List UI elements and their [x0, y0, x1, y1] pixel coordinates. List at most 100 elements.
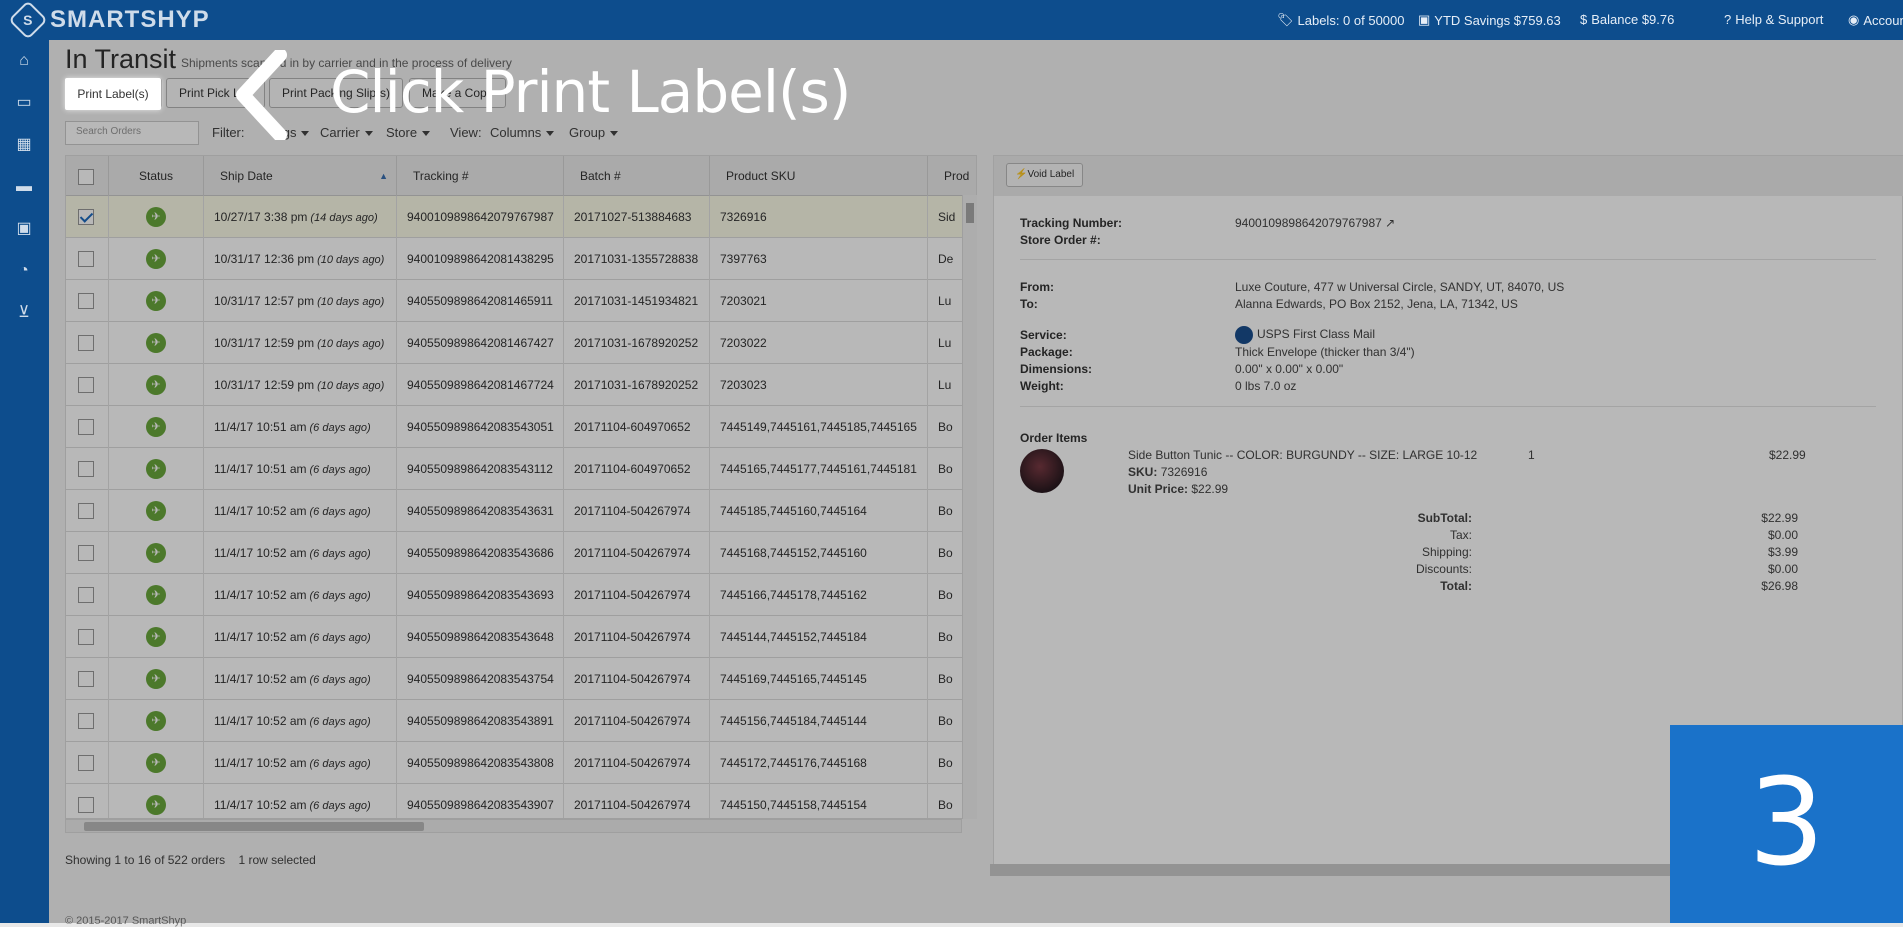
table-row[interactable]: ✈ 11/4/17 10:52 am (6 days ago) 94055098986…: [66, 742, 976, 784]
column-product-sku[interactable]: Product SKU: [710, 156, 928, 196]
row-checkbox-cell[interactable]: [66, 364, 109, 406]
row-checkbox[interactable]: [78, 461, 94, 477]
row-checkbox-cell[interactable]: [66, 238, 109, 280]
step-number-badge: 3: [1670, 725, 1903, 923]
tax-label: Tax:: [1449, 528, 1472, 542]
from-label: From:: [1020, 280, 1054, 294]
row-checkbox-cell[interactable]: [66, 784, 109, 818]
status-cell: ✈: [109, 322, 204, 364]
column-tracking[interactable]: Tracking #: [397, 156, 564, 196]
store-dropdown[interactable]: Store: [386, 125, 431, 140]
row-checkbox[interactable]: [78, 209, 94, 225]
row-checkbox[interactable]: [78, 503, 94, 519]
total-value: $26.98: [1761, 579, 1798, 593]
column-product[interactable]: Prod: [928, 156, 976, 196]
batch-cell: 20171104-604970652: [564, 448, 710, 490]
table-row[interactable]: ✈ 11/4/17 10:52 am (6 days ago) 94055098986…: [66, 574, 976, 616]
ship-date-cell: 11/4/17 10:52 am (6 days ago): [204, 616, 397, 658]
row-checkbox[interactable]: [78, 629, 94, 645]
contacts-icon[interactable]: ▣: [15, 220, 33, 238]
group-dropdown[interactable]: Group: [569, 125, 619, 140]
row-checkbox[interactable]: [78, 797, 94, 813]
tracking-number-value[interactable]: 9400109898642079767987 ↗: [1235, 216, 1395, 230]
table-row[interactable]: ✈ 11/4/17 10:52 am (6 days ago) 94055098986…: [66, 658, 976, 700]
product-sku-cell: 7203023: [710, 364, 928, 406]
select-all-checkbox[interactable]: [78, 169, 94, 185]
row-checkbox-cell[interactable]: [66, 322, 109, 364]
table-row[interactable]: ✈ 10/27/17 3:38 pm (14 days ago) 9400109898…: [66, 196, 976, 238]
account-menu[interactable]: ◉ Accoun: [1848, 12, 1903, 28]
row-checkbox[interactable]: [78, 713, 94, 729]
row-checkbox[interactable]: [78, 545, 94, 561]
brand-name: SMARTSHYP: [50, 6, 210, 33]
app-logo[interactable]: S SMARTSHYP: [8, 0, 210, 40]
row-checkbox[interactable]: [78, 587, 94, 603]
row-checkbox-cell[interactable]: [66, 532, 109, 574]
column-ship-date[interactable]: Ship Date ▲: [204, 156, 397, 196]
truck-icon[interactable]: ▬: [15, 178, 33, 196]
ytd-savings[interactable]: ▣ YTD Savings $759.63: [1418, 12, 1561, 28]
row-checkbox-cell[interactable]: [66, 448, 109, 490]
row-checkbox[interactable]: [78, 377, 94, 393]
detail-horizontal-scrollbar[interactable]: [990, 864, 1710, 876]
balance[interactable]: $ Balance $9.76: [1580, 12, 1674, 27]
scroll-thumb[interactable]: [84, 822, 424, 831]
scroll-thumb[interactable]: [966, 203, 974, 223]
table-row[interactable]: ✈ 11/4/17 10:52 am (6 days ago) 94055098986…: [66, 532, 976, 574]
calendar-icon[interactable]: ▦: [15, 136, 33, 154]
table-row[interactable]: ✈ 10/31/17 12:36 pm (10 days ago) 940010989…: [66, 238, 976, 280]
carrier-dropdown[interactable]: Carrier: [320, 125, 373, 140]
row-checkbox-cell[interactable]: [66, 574, 109, 616]
home-icon[interactable]: ⌂: [15, 52, 33, 70]
row-checkbox[interactable]: [78, 251, 94, 267]
columns-dropdown[interactable]: Columns: [490, 125, 555, 140]
orders-table: Status Ship Date ▲ Tracking # Batch # Pro…: [65, 155, 977, 819]
row-checkbox[interactable]: [78, 293, 94, 309]
table-horizontal-scrollbar[interactable]: [65, 819, 962, 833]
bolt-icon: ⚡: [1015, 169, 1028, 180]
status-cell: ✈: [109, 532, 204, 574]
cart-icon[interactable]: ⊻: [15, 304, 33, 322]
table-row[interactable]: ✈ 11/4/17 10:52 am (6 days ago) 94055098986…: [66, 616, 976, 658]
service-value: USPS First Class Mail: [1235, 326, 1375, 344]
batch-cell: 20171104-504267974: [564, 574, 710, 616]
row-checkbox-cell[interactable]: [66, 280, 109, 322]
table-row[interactable]: ✈ 11/4/17 10:52 am (6 days ago) 94055098986…: [66, 784, 976, 818]
pie-chart-icon[interactable]: ◔: [15, 262, 33, 280]
select-all-checkbox-cell[interactable]: [66, 156, 109, 196]
row-checkbox-cell[interactable]: [66, 742, 109, 784]
external-link-icon[interactable]: ↗: [1385, 216, 1395, 230]
status-cell: ✈: [109, 238, 204, 280]
table-row[interactable]: ✈ 10/31/17 12:59 pm (10 days ago) 940550989…: [66, 322, 976, 364]
basket-icon[interactable]: ▭: [15, 94, 33, 112]
table-vertical-scrollbar[interactable]: [962, 195, 977, 819]
row-checkbox[interactable]: [78, 335, 94, 351]
logo-mark-icon: S: [8, 0, 48, 40]
row-checkbox-cell[interactable]: [66, 658, 109, 700]
sort-ascending-icon[interactable]: ▲: [379, 156, 388, 196]
column-batch[interactable]: Batch #: [564, 156, 710, 196]
print-labels-highlight[interactable]: Print Label(s): [65, 78, 161, 110]
help-support-link[interactable]: ? Help & Support: [1724, 12, 1823, 27]
search-input[interactable]: Search Orders: [65, 121, 199, 145]
table-row[interactable]: ✈ 10/31/17 12:59 pm (10 days ago) 940550989…: [66, 364, 976, 406]
selected-count: 1 row selected: [238, 853, 316, 867]
table-row[interactable]: ✈ 11/4/17 10:51 am (6 days ago) 94055098986…: [66, 406, 976, 448]
status-cell: ✈: [109, 196, 204, 238]
row-checkbox-cell[interactable]: [66, 700, 109, 742]
row-checkbox[interactable]: [78, 755, 94, 771]
row-checkbox-cell[interactable]: [66, 616, 109, 658]
row-checkbox-cell[interactable]: [66, 490, 109, 532]
row-checkbox[interactable]: [78, 671, 94, 687]
row-checkbox-cell[interactable]: [66, 196, 109, 238]
item-quantity: 1: [1528, 448, 1535, 462]
row-checkbox[interactable]: [78, 419, 94, 435]
column-status[interactable]: Status: [109, 156, 204, 196]
table-row[interactable]: ✈ 11/4/17 10:51 am (6 days ago) 94055098986…: [66, 448, 976, 490]
table-row[interactable]: ✈ 11/4/17 10:52 am (6 days ago) 94055098986…: [66, 490, 976, 532]
table-row[interactable]: ✈ 10/31/17 12:57 pm (10 days ago) 940550989…: [66, 280, 976, 322]
labels-count[interactable]: 🏷 Labels: 0 of 50000: [1277, 12, 1405, 28]
void-label-button[interactable]: ⚡Void Label: [1006, 163, 1084, 187]
row-checkbox-cell[interactable]: [66, 406, 109, 448]
table-row[interactable]: ✈ 11/4/17 10:52 am (6 days ago) 94055098986…: [66, 700, 976, 742]
